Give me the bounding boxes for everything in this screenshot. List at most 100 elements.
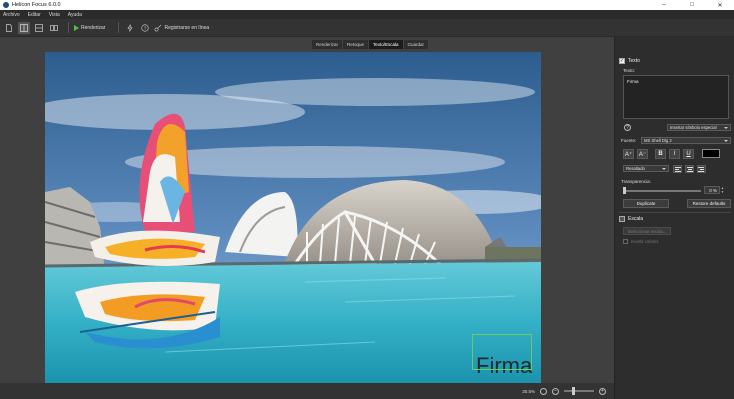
font-select[interactable]: MS Shell Dlg 2: [641, 137, 731, 144]
font-label: Fuente:: [621, 138, 637, 143]
text-input-value: Firma: [627, 79, 639, 84]
toolbar-divider: [68, 22, 69, 33]
zoom-out-button[interactable]: −: [552, 387, 559, 395]
align-center-button[interactable]: [685, 165, 694, 173]
align-left-icon-line: [675, 170, 681, 172]
split-view-icon: [35, 23, 43, 32]
chevron-down-icon: [724, 140, 728, 142]
effect-select[interactable]: Resaltado: [623, 165, 669, 172]
window-title: Helicon Focus 6.0.0: [12, 2, 61, 8]
invert-colors-checkbox[interactable]: [623, 239, 628, 244]
decrease-font-button[interactable]: A⁻: [637, 149, 648, 159]
invert-colors-label: Invertir colores: [631, 239, 659, 244]
transparency-label: Transparencia:: [621, 179, 651, 184]
restore-defaults-button[interactable]: Restore defaults: [687, 199, 731, 208]
tab-render[interactable]: Renderizar: [312, 40, 344, 49]
select-scale-button[interactable]: Seleccionar escala...: [623, 227, 671, 235]
help-button[interactable]: ?: [139, 22, 151, 34]
menu-help[interactable]: Ayuda: [68, 12, 82, 18]
underline-button[interactable]: U: [683, 149, 694, 159]
bold-button[interactable]: B: [655, 149, 666, 159]
section-divider: [619, 212, 731, 213]
help-icon[interactable]: ?: [624, 124, 631, 131]
key-icon: [155, 24, 162, 31]
menu-file[interactable]: Archivo: [3, 12, 20, 18]
tab-save[interactable]: Guardar: [403, 40, 430, 49]
transparency-value: 0 %: [709, 187, 717, 193]
chevron-down-icon: [724, 127, 728, 129]
spin-down-icon[interactable]: ▼: [721, 190, 724, 194]
new-file-button[interactable]: [3, 22, 15, 34]
zoom-slider-thumb[interactable]: [572, 387, 575, 395]
scale-section-title: Escala: [628, 216, 644, 222]
italic-button[interactable]: I: [669, 149, 680, 159]
title-bar: Helicon Focus 6.0.0 – □ ✕: [0, 0, 734, 10]
insert-symbol-dropdown[interactable]: Insertar símbolo especial: [667, 124, 731, 131]
tab-text-scale[interactable]: Texto/Escala: [369, 40, 404, 49]
align-right-icon: [698, 166, 704, 168]
align-left-icon-line: [675, 168, 679, 170]
photo-image: Firma: [45, 52, 541, 383]
scale-enable-checkbox[interactable]: [619, 216, 625, 222]
settings-panel: ✓ Texto Texto: Firma ? Insertar símbolo …: [614, 37, 734, 399]
flash-button[interactable]: [124, 22, 136, 34]
menu-edit[interactable]: Editar: [28, 12, 41, 18]
menu-bar: Archivo Editar Vista Ayuda: [0, 10, 734, 19]
maximize-button[interactable]: □: [678, 0, 706, 10]
increase-font-button[interactable]: A⁺: [623, 149, 634, 159]
mode-tabs: Renderizar Retoque Texto/Escala Guardar: [312, 40, 430, 49]
align-right-icon-line: [700, 168, 704, 170]
align-center-icon-line: [686, 170, 693, 172]
toolbar: Renderizar ? Registrarse en línea: [0, 19, 734, 37]
question-icon: ?: [141, 23, 150, 32]
panels-icon: [20, 23, 28, 32]
font-select-value: MS Shell Dlg 2: [644, 138, 672, 143]
align-right-button[interactable]: [697, 165, 706, 173]
render-button[interactable]: Renderizar: [74, 24, 106, 31]
align-center-icon-line: [687, 168, 692, 170]
scale-section-header: Escala: [619, 215, 643, 223]
canvas-area: Renderizar Retoque Texto/Escala Guardar: [0, 37, 614, 383]
lightning-icon: [127, 23, 134, 32]
zoom-in-button[interactable]: +: [599, 387, 606, 395]
register-online-button[interactable]: Registrarse en línea: [154, 24, 209, 32]
photo-preview[interactable]: Firma: [45, 52, 541, 383]
view-split-button[interactable]: [33, 22, 45, 34]
toolbar-divider: [118, 22, 120, 33]
chevron-down-icon: [662, 168, 666, 170]
align-left-icon: [675, 166, 681, 168]
transparency-value-input[interactable]: 0 %: [704, 186, 720, 194]
align-center-icon: [686, 166, 693, 168]
play-icon: [74, 24, 79, 31]
insert-symbol-label: Insertar símbolo especial: [670, 125, 717, 130]
duplicate-button[interactable]: Duplicate: [623, 199, 669, 208]
text-input[interactable]: Firma: [623, 75, 729, 119]
view-compare-button[interactable]: [48, 22, 60, 34]
svg-text:?: ?: [144, 25, 147, 30]
text-color-swatch[interactable]: [702, 149, 720, 158]
close-button[interactable]: ✕: [706, 0, 734, 10]
zoom-slider[interactable]: [564, 387, 594, 395]
transparency-slider-thumb[interactable]: [623, 187, 626, 194]
zoom-fit-icon[interactable]: [540, 387, 547, 395]
minimize-button[interactable]: –: [650, 0, 678, 10]
text-enable-checkbox[interactable]: ✓: [619, 58, 625, 64]
signature-selection-box[interactable]: [472, 334, 532, 370]
view-panel-button[interactable]: [18, 21, 30, 34]
status-bar: 30.5% − +: [0, 383, 614, 399]
menu-view[interactable]: Vista: [49, 12, 60, 18]
window-controls: – □ ✕: [650, 0, 734, 10]
file-icon: [6, 23, 12, 32]
text-section-title: Texto: [628, 58, 640, 64]
invert-colors-option[interactable]: Invertir colores: [623, 239, 658, 244]
register-label: Registrarse en línea: [164, 24, 210, 31]
zoom-level: 30.5%: [522, 388, 535, 394]
tab-retouch[interactable]: Retoque: [343, 40, 370, 49]
align-left-button[interactable]: [673, 165, 682, 173]
text-label: Texto:: [623, 68, 636, 73]
transparency-slider[interactable]: [623, 190, 701, 192]
app-logo-icon: [3, 2, 9, 8]
compare-icon: [50, 24, 58, 31]
align-right-icon-line: [698, 170, 704, 172]
render-label: Renderizar: [81, 24, 106, 31]
